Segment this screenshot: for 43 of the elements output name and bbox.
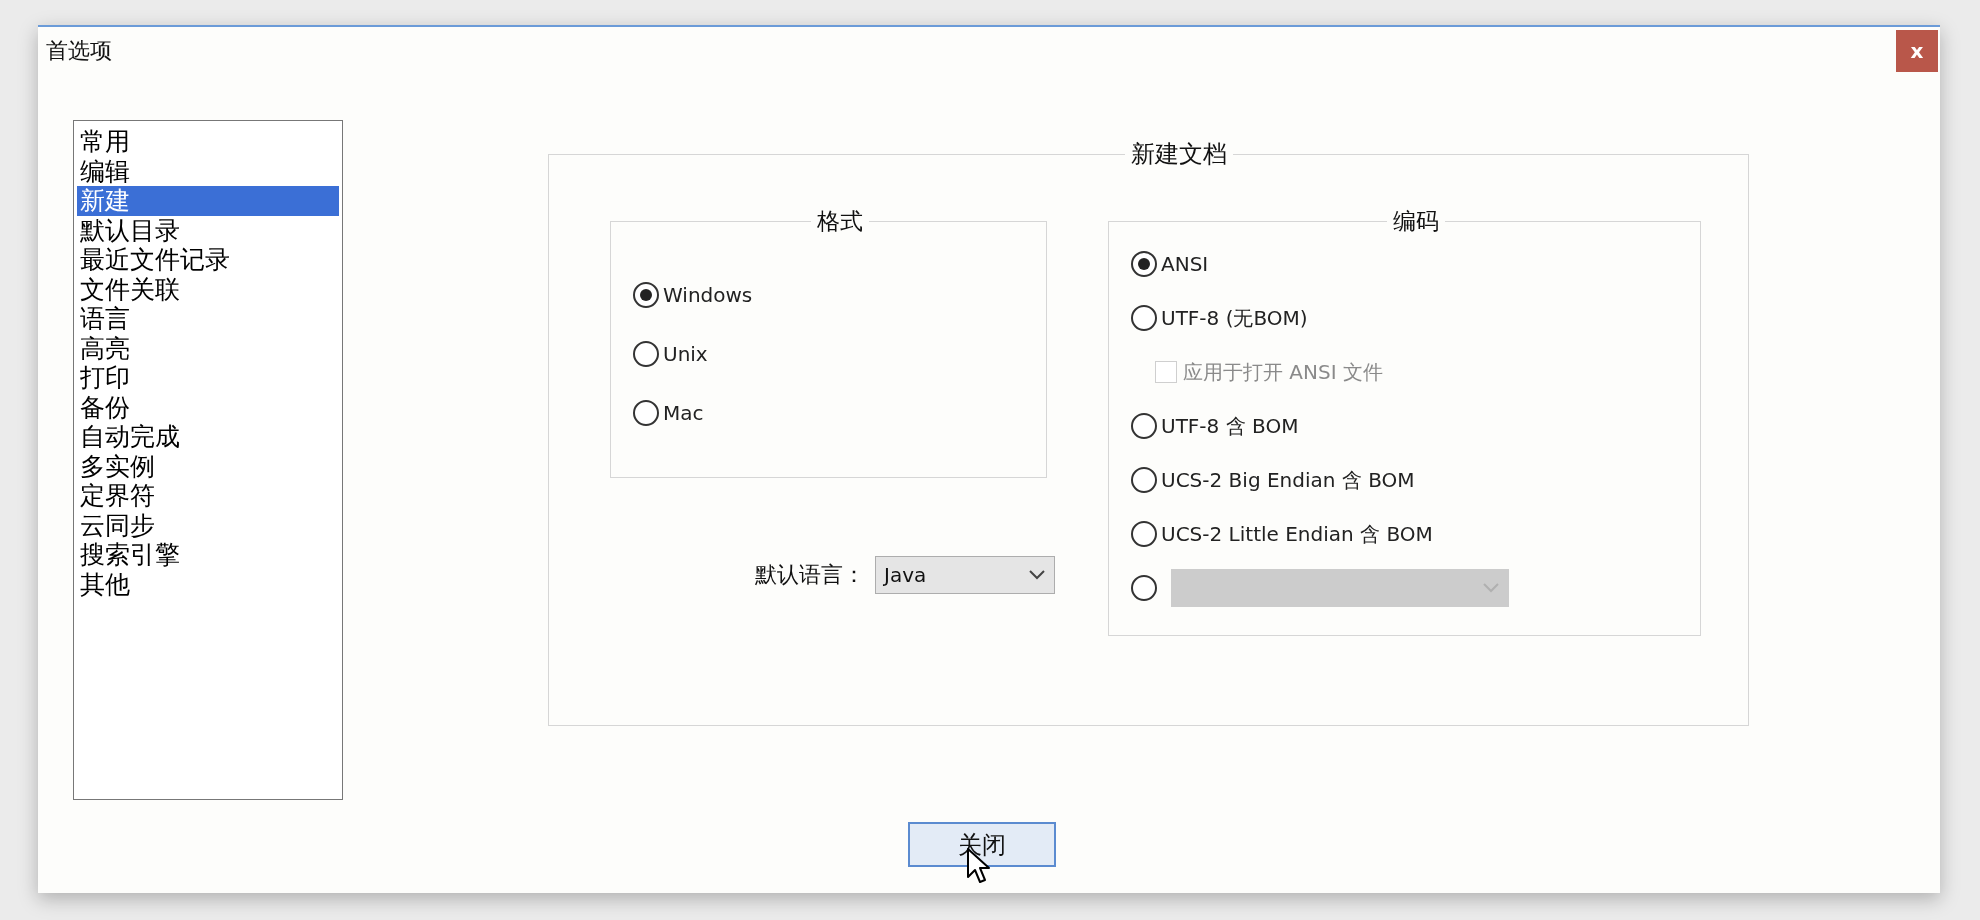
radio-button[interactable]	[1131, 521, 1157, 547]
category-item[interactable]: 备份	[77, 392, 339, 422]
window-title: 首选项	[46, 37, 112, 65]
category-item[interactable]: 文件关联	[77, 274, 339, 304]
group-title: 编码	[1391, 207, 1440, 236]
category-item[interactable]: 云同步	[77, 510, 339, 540]
category-item[interactable]: 高亮	[77, 333, 339, 363]
radio-label: UCS-2 Little Endian 含 BOM	[1161, 520, 1433, 548]
field-label: 默认语言：	[755, 561, 865, 589]
chevron-down-icon	[1482, 582, 1500, 594]
category-item[interactable]: 定界符	[77, 481, 339, 511]
category-item[interactable]: 默认目录	[77, 215, 339, 245]
radio-button[interactable]	[633, 281, 659, 308]
radio-label: UTF-8 含 BOM	[1161, 412, 1299, 440]
close-dialog-button[interactable]: 关闭	[908, 822, 1056, 867]
category-item[interactable]: 打印	[77, 363, 339, 393]
category-item[interactable]: 多实例	[77, 451, 339, 481]
group-title: 格式	[815, 207, 864, 236]
radio-label: UTF-8 (无BOM)	[1161, 304, 1308, 332]
radio-button[interactable]	[1131, 251, 1157, 277]
radio-label: Unix	[663, 341, 708, 366]
radio-button[interactable]	[633, 340, 659, 367]
radio-button[interactable]	[1131, 305, 1157, 331]
radio-button[interactable]	[1131, 467, 1157, 493]
radio-button[interactable]	[1131, 413, 1157, 439]
radio-label: Windows	[663, 282, 753, 307]
category-item[interactable]: 新建	[77, 186, 339, 216]
chevron-down-icon	[1028, 569, 1046, 581]
category-item[interactable]: 最近文件记录	[77, 245, 339, 275]
language-dropdown[interactable]: Java	[875, 556, 1055, 594]
radio-button[interactable]	[633, 399, 659, 426]
category-item[interactable]: 编辑	[77, 156, 339, 186]
radio-label: ANSI	[1161, 252, 1209, 276]
radio-label: UCS-2 Big Endian 含 BOM	[1161, 466, 1415, 494]
radio-label: Mac	[663, 400, 704, 425]
category-item[interactable]: 搜索引擎	[77, 540, 339, 570]
category-item[interactable]: 常用	[77, 127, 339, 157]
close-button[interactable]: x	[1896, 30, 1938, 72]
group-title: 新建文档	[1130, 139, 1228, 170]
category-item[interactable]: 自动完成	[77, 422, 339, 452]
checkbox-label: 应用于打开 ANSI 文件	[1183, 358, 1383, 386]
category-item[interactable]: 其他	[77, 569, 339, 599]
category-item[interactable]: 语言	[77, 304, 339, 334]
